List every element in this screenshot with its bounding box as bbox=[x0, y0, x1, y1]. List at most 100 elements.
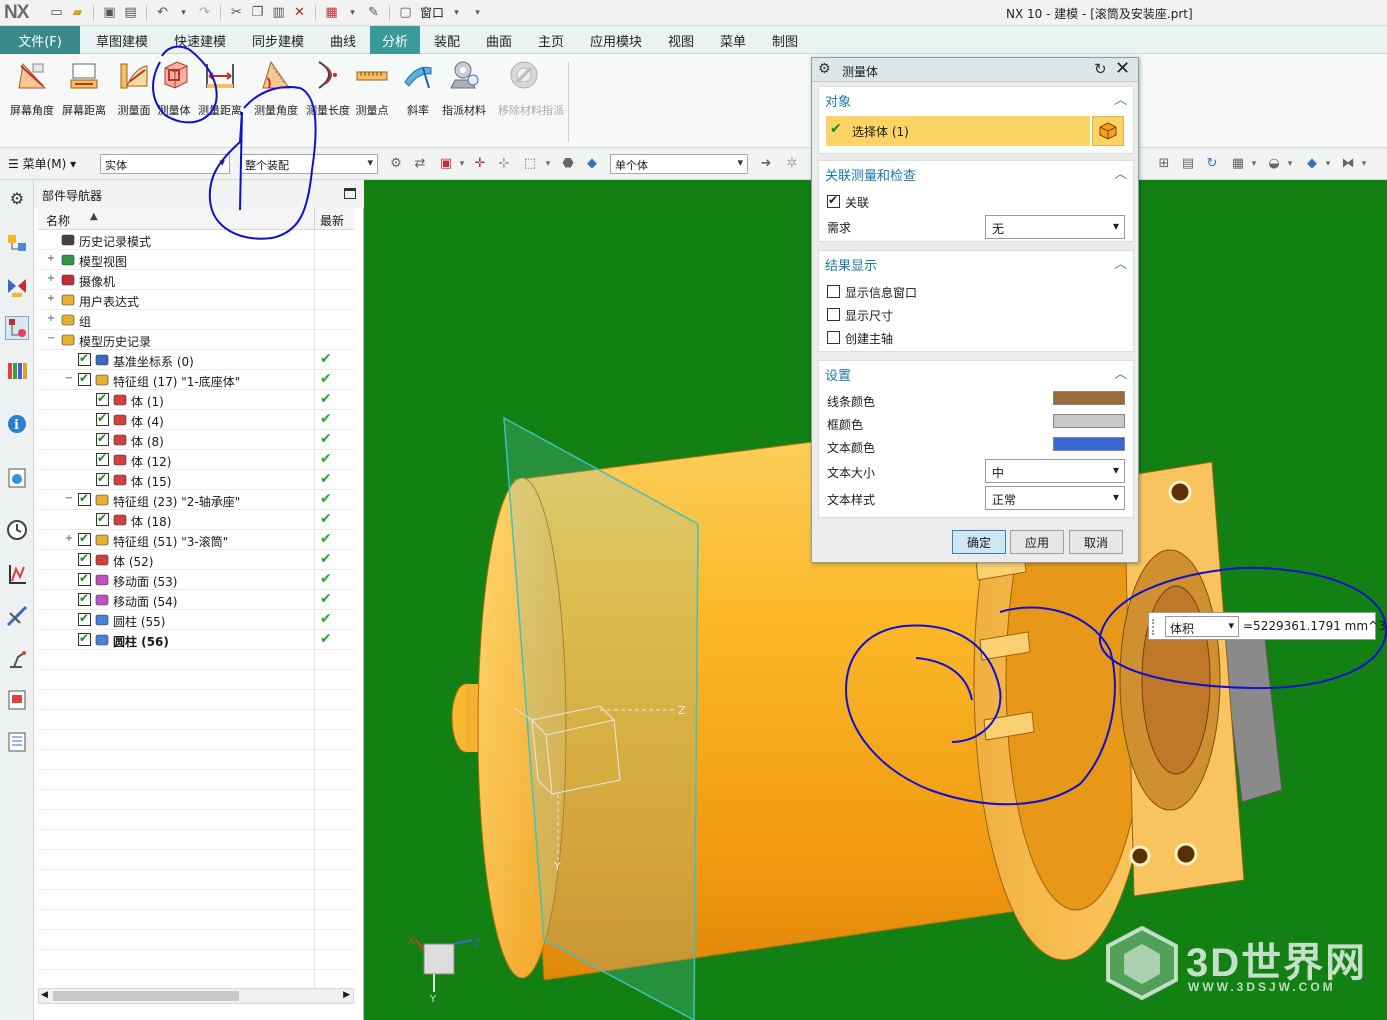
manufacturing-wizard-icon[interactable] bbox=[5, 604, 29, 628]
visibility-checkbox[interactable] bbox=[78, 491, 91, 506]
command-finder-icon[interactable]: ▦ bbox=[323, 4, 340, 21]
settings-section-title[interactable]: 设置 bbox=[825, 365, 851, 384]
orient-dropdown-icon[interactable]: ▾ bbox=[1246, 156, 1262, 172]
tree-row[interactable]: + 特征组 (51) "3-滚筒" ✔ bbox=[38, 530, 354, 550]
assembly-navigator-icon[interactable] bbox=[5, 232, 29, 256]
cursor-icon[interactable]: ✛ bbox=[472, 156, 488, 172]
tab-application[interactable]: 应用模块 bbox=[590, 26, 642, 54]
close-icon[interactable]: ✕ bbox=[1115, 58, 1130, 79]
window-icon[interactable]: ▢ bbox=[397, 4, 414, 21]
box-select-dropdown-icon[interactable]: ▾ bbox=[540, 156, 556, 172]
ok-button[interactable]: 确定 bbox=[952, 530, 1006, 554]
object-section-title[interactable]: 对象 bbox=[825, 91, 851, 110]
visibility-checkbox[interactable] bbox=[78, 591, 91, 606]
line-color-swatch[interactable] bbox=[1053, 391, 1125, 405]
reuse-library-icon[interactable] bbox=[5, 358, 29, 382]
column-divider[interactable] bbox=[314, 208, 315, 230]
render-dropdown-icon[interactable]: ▾ bbox=[1282, 156, 1298, 172]
selection-scope-combo[interactable]: 整个装配 bbox=[240, 154, 378, 174]
visibility-checkbox[interactable] bbox=[78, 611, 91, 626]
collapse-icon[interactable]: ︿ bbox=[1114, 163, 1127, 182]
snap-icon[interactable]: ⇄ bbox=[412, 156, 428, 172]
visibility-checkbox[interactable] bbox=[78, 371, 91, 386]
tree-row[interactable]: 体 (4) ✔ bbox=[38, 410, 354, 430]
column-name[interactable]: 名称 bbox=[46, 212, 70, 229]
section-view-icon[interactable]: ⧓ bbox=[1340, 156, 1356, 172]
reset-icon[interactable]: ↻ bbox=[1094, 60, 1107, 78]
copy-icon[interactable]: ❐ bbox=[249, 4, 266, 21]
shaded-cube-icon[interactable]: ◆ bbox=[1304, 156, 1320, 172]
visibility-checkbox[interactable] bbox=[78, 571, 91, 586]
collapse-icon[interactable]: − bbox=[64, 494, 74, 504]
visibility-checkbox[interactable] bbox=[96, 511, 109, 526]
touch-mode-icon[interactable]: ✎ bbox=[365, 4, 382, 21]
history-clock-icon[interactable] bbox=[5, 518, 29, 542]
associative-checkbox[interactable] bbox=[827, 193, 840, 208]
delete-icon[interactable]: ✕ bbox=[291, 4, 308, 21]
process-studio-icon[interactable] bbox=[5, 562, 29, 586]
arrow-right-icon[interactable]: ➜ bbox=[758, 156, 774, 172]
select-body-button[interactable] bbox=[1092, 116, 1124, 146]
tree-row[interactable]: 体 (8) ✔ bbox=[38, 430, 354, 450]
render-style-icon[interactable]: ◒ bbox=[1266, 156, 1282, 172]
undo-dropdown-icon[interactable]: ▾ bbox=[175, 4, 192, 21]
tab-drawing[interactable]: 制图 bbox=[772, 26, 798, 54]
expand-icon[interactable]: + bbox=[46, 294, 56, 304]
collapse-icon[interactable]: − bbox=[64, 374, 74, 384]
palette-icon[interactable] bbox=[5, 688, 29, 712]
tree-row[interactable]: 圆柱 (55) ✔ bbox=[38, 610, 354, 630]
measure-body-button[interactable]: 测量体 bbox=[148, 58, 200, 118]
column-latest[interactable]: 最新 bbox=[320, 212, 344, 229]
tree-row[interactable]: + 摄像机 bbox=[38, 270, 354, 290]
tree-row[interactable]: 体 (12) ✔ bbox=[38, 450, 354, 470]
scroll-right-icon[interactable]: ▶ bbox=[343, 990, 350, 1000]
tab-menu[interactable]: 菜单 bbox=[720, 26, 746, 54]
expand-icon[interactable]: + bbox=[46, 254, 56, 264]
undo-icon[interactable]: ↶ bbox=[154, 4, 171, 21]
roles-icon[interactable] bbox=[5, 730, 29, 754]
slope-button[interactable]: 斜率 bbox=[392, 58, 444, 118]
scroll-left-icon[interactable]: ◀ bbox=[41, 990, 48, 1000]
create-axis-checkbox[interactable] bbox=[827, 331, 840, 344]
expand-icon[interactable]: + bbox=[64, 534, 74, 544]
customize-dropdown-icon[interactable]: ▾ bbox=[469, 4, 486, 21]
tree-row[interactable]: 圆柱 (56) ✔ bbox=[38, 630, 354, 650]
expand-icon[interactable]: + bbox=[46, 274, 56, 284]
visibility-checkbox[interactable] bbox=[96, 391, 109, 406]
maximize-icon[interactable] bbox=[344, 188, 356, 199]
tree-row[interactable]: + 用户表达式 bbox=[38, 290, 354, 310]
tree-row[interactable]: + 组 bbox=[38, 310, 354, 330]
tree-row[interactable]: 体 (1) ✔ bbox=[38, 390, 354, 410]
dialog-gear-icon[interactable]: ⚙ bbox=[818, 61, 831, 77]
associativity-section-title[interactable]: 关联测量和检查 bbox=[825, 165, 916, 184]
box-select-icon[interactable]: ⬚ bbox=[522, 156, 538, 172]
info-icon[interactable]: i bbox=[5, 412, 29, 436]
tab-sketch-modeling[interactable]: 草图建模 bbox=[96, 26, 148, 54]
apply-button[interactable]: 应用 bbox=[1010, 530, 1064, 554]
body-rule-combo[interactable]: 单个体 bbox=[610, 154, 748, 174]
tree-row[interactable]: + 模型视图 bbox=[38, 250, 354, 270]
tab-surface[interactable]: 曲面 bbox=[486, 26, 512, 54]
main-menu-button[interactable]: ☰ 菜单(M) ▾ bbox=[8, 155, 76, 172]
robot-icon[interactable] bbox=[5, 646, 29, 670]
part-navigator-icon[interactable] bbox=[5, 316, 29, 340]
measurement-type-select[interactable]: 体积 bbox=[1165, 616, 1239, 637]
cancel-button[interactable]: 取消 bbox=[1069, 530, 1123, 554]
tree-row[interactable]: − 特征组 (23) "2-轴承座" ✔ bbox=[38, 490, 354, 510]
type-filter-combo[interactable]: 实体 bbox=[100, 154, 230, 174]
visibility-checkbox[interactable] bbox=[96, 451, 109, 466]
body-filter-icon[interactable]: ◆ bbox=[584, 156, 600, 172]
window-dropdown-icon[interactable]: ▾ bbox=[448, 4, 465, 21]
tree-row[interactable]: − 模型历史记录 bbox=[38, 330, 354, 350]
network-icon[interactable]: ✲ bbox=[784, 156, 800, 172]
text-size-select[interactable]: 中 bbox=[985, 459, 1125, 483]
text-style-select[interactable]: 正常 bbox=[985, 486, 1125, 510]
screen-distance-button[interactable]: 屏幕距离 bbox=[58, 58, 110, 118]
measure-point-button[interactable]: 测量点 bbox=[346, 58, 398, 118]
web-browser-icon[interactable] bbox=[5, 466, 29, 490]
visibility-checkbox[interactable] bbox=[78, 351, 91, 366]
tree-row[interactable]: 体 (52) ✔ bbox=[38, 550, 354, 570]
collapse-icon[interactable]: ︿ bbox=[1114, 253, 1127, 272]
drag-handle[interactable] bbox=[1152, 619, 1158, 635]
window-menu[interactable]: 窗口 bbox=[420, 4, 444, 21]
